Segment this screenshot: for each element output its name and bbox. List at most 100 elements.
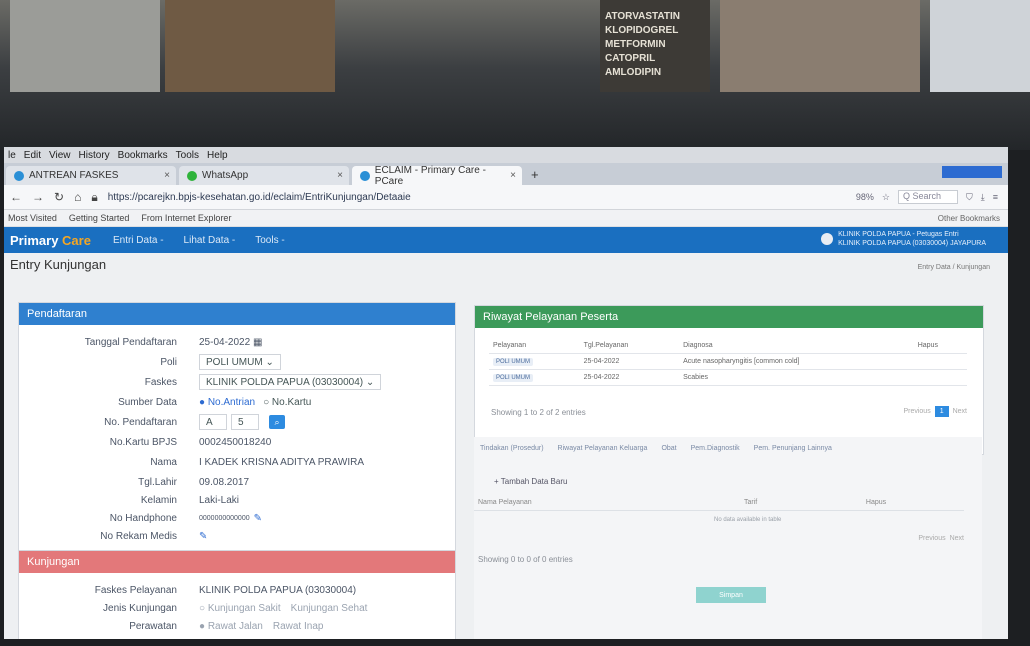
radio-rawat-jalan[interactable]: ● Rawat Jalan (199, 621, 263, 632)
riwayat-table: Pelayanan Tgl.Pelayanan Diagnosa Hapus P… (489, 338, 967, 386)
zoom-level[interactable]: 98% (856, 192, 874, 202)
site-icon (14, 170, 24, 181)
tab-label: WhatsApp (202, 170, 249, 181)
pendaftaran-panel: Pendaftaran Tanggal Pendaftaran 25-04-20… (18, 302, 456, 554)
new-tab-button[interactable]: + (525, 167, 545, 185)
navigation-bar: ← → ↻ ⌂ 🔒︎ https://pcarejkn.bpjs-kesehat… (4, 185, 1008, 210)
menu-tools-app[interactable]: Tools - (255, 235, 284, 246)
field-no-hp: No Handphone 0000000000000 ✎ (29, 509, 262, 527)
window-controls[interactable] (942, 166, 1002, 178)
radio-kunjungan-sakit[interactable]: ○ Kunjungan Sakit (199, 603, 281, 614)
reload-icon[interactable]: ↻ (54, 190, 64, 204)
date-value: 25-04-2022 (199, 336, 251, 348)
forward-icon[interactable]: → (32, 190, 44, 204)
home-icon[interactable]: ⌂ (74, 190, 81, 204)
shield-icon[interactable]: ⛉ (966, 192, 973, 203)
menu-tools[interactable]: Tools (176, 150, 199, 161)
radio-kunjungan-sehat[interactable]: Kunjungan Sehat (291, 603, 368, 614)
add-data-button[interactable]: + Tambah Data Baru (494, 477, 567, 486)
table-cell: Acute nasopharyngitis [common cold] (679, 353, 914, 370)
tab-penunjang[interactable]: Pem. Penunjang Lainnya (754, 445, 832, 452)
field-poli: Poli POLI UMUM ⌄ (29, 353, 281, 371)
drug-label: CATOPRIL (605, 53, 656, 64)
search-input[interactable]: Q Search (897, 190, 958, 204)
user-role: KLINIK POLDA PAPUA - Petugas Entri (838, 231, 959, 238)
search-button[interactable]: ⌕ (269, 415, 285, 429)
page-title: Entry Kunjungan (10, 256, 107, 272)
radio-no-kartu[interactable]: ○ No.Kartu (263, 397, 311, 408)
menu-entri-data[interactable]: Entri Data - (113, 235, 164, 246)
tab-eclaim[interactable]: ECLAIM - Primary Care - PCare × (352, 165, 522, 187)
radio-label: Rawat Inap (272, 620, 324, 632)
tab-tindakan[interactable]: Tindakan (Prosedur) (480, 445, 544, 452)
close-icon[interactable]: × (164, 170, 170, 181)
poli-badge: POLI UMUM (493, 374, 534, 382)
table-row[interactable]: POLI UMUM 25-04-2022 Scabies (489, 369, 967, 386)
user-info[interactable]: KLINIK POLDA PAPUA - Petugas Entri KLINI… (821, 230, 986, 248)
radio-rawat-inap[interactable]: Rawat Inap (273, 621, 324, 632)
field-rekam-medis: No Rekam Medis ✎ (29, 527, 207, 545)
back-icon[interactable]: ← (10, 190, 22, 204)
pencil-icon[interactable]: ✎ (254, 513, 262, 524)
bookmark-from-ie[interactable]: From Internet Explorer (141, 213, 231, 223)
url-bar[interactable]: https://pcarejkn.bpjs-kesehatan.go.id/ec… (108, 192, 846, 203)
tindakan-table: Nama Pelayanan Tarif Hapus (474, 495, 964, 511)
prev-page-button[interactable]: Previous (918, 535, 945, 542)
faskes-select[interactable]: KLINIK POLDA PAPUA (03030004) ⌄ (199, 374, 382, 390)
next-page-button[interactable]: Next (953, 408, 967, 415)
bookmark-getting-started[interactable]: Getting Started (69, 213, 130, 223)
download-icon[interactable]: ⤓ (981, 192, 985, 203)
tab-obat[interactable]: Obat (661, 445, 676, 452)
tab-pem-diagnostik[interactable]: Pem.Diagnostik (691, 445, 740, 452)
close-icon[interactable]: × (510, 170, 516, 181)
menu-lihat-data[interactable]: Lihat Data - (184, 235, 236, 246)
field-label: Tanggal Pendaftaran (84, 336, 177, 348)
prev-page-button[interactable]: Previous (903, 408, 930, 415)
tab-riwayat-keluarga[interactable]: Riwayat Pelayanan Keluarga (558, 445, 648, 452)
column-header: Tgl.Pelayanan (579, 338, 680, 354)
field-value: 0002450018240 (199, 436, 272, 448)
table-row[interactable]: POLI UMUM 25-04-2022 Acute nasopharyngit… (489, 353, 967, 370)
field-label: Faskes (144, 376, 177, 388)
antrian-number-input[interactable]: 5 (231, 414, 259, 430)
next-page-button[interactable]: Next (950, 535, 964, 542)
field-label: No Handphone (109, 512, 177, 524)
brand-logo[interactable]: Primary Care (10, 233, 91, 248)
table-cell: Scabies (679, 369, 914, 386)
date-input[interactable]: 25-04-2022 ▦ (199, 337, 262, 348)
menu-edit[interactable]: Edit (24, 150, 41, 161)
hamburger-icon[interactable]: ≡ (993, 192, 998, 202)
save-button[interactable]: Simpan (696, 587, 766, 603)
column-header: Pelayanan (489, 338, 580, 354)
tab-antrean[interactable]: ANTREAN FASKES × (6, 166, 176, 185)
tab-whatsapp[interactable]: WhatsApp × (179, 166, 349, 185)
field-nama: Nama I KADEK KRISNA ADITYA PRAWIRA (29, 453, 364, 471)
calendar-icon[interactable]: ▦ (253, 337, 262, 348)
antrian-prefix-input[interactable]: A (199, 414, 227, 430)
radio-no-antrian[interactable]: ● No.Antrian (199, 397, 255, 408)
empty-table-text: No data available in table (714, 517, 782, 523)
chevron-down-icon: ⌄ (365, 376, 375, 388)
pencil-icon[interactable]: ✎ (199, 531, 207, 542)
select-value: POLI UMUM (206, 356, 263, 368)
app-header: Primary Care Entri Data - Lihat Data - T… (4, 227, 1008, 253)
menu-view[interactable]: View (49, 150, 71, 161)
drug-label: KLOPIDOGREL (605, 25, 679, 36)
drug-label: METFORMIN (605, 39, 666, 50)
menu-bookmarks[interactable]: Bookmarks (118, 150, 168, 161)
field-no-pendaftaran: No. Pendaftaran A 5 ⌕ (29, 413, 285, 431)
panel-title: Riwayat Pelayanan Peserta (475, 306, 983, 328)
menu-file[interactable]: le (8, 150, 16, 161)
star-icon[interactable]: ☆ (882, 192, 890, 203)
close-icon[interactable]: × (337, 170, 343, 181)
breadcrumb[interactable]: Entry Data / Kunjungan (918, 264, 990, 271)
field-label: Perawatan (129, 620, 177, 632)
other-bookmarks[interactable]: Other Bookmarks (938, 214, 1000, 223)
search-icon: ⌕ (274, 416, 280, 427)
poli-badge: POLI UMUM (493, 358, 534, 366)
menu-help[interactable]: Help (207, 150, 228, 161)
page-button[interactable]: 1 (934, 406, 949, 417)
menu-history[interactable]: History (79, 150, 110, 161)
poli-select[interactable]: POLI UMUM ⌄ (199, 354, 281, 370)
bookmark-most-visited[interactable]: Most Visited (8, 213, 57, 223)
